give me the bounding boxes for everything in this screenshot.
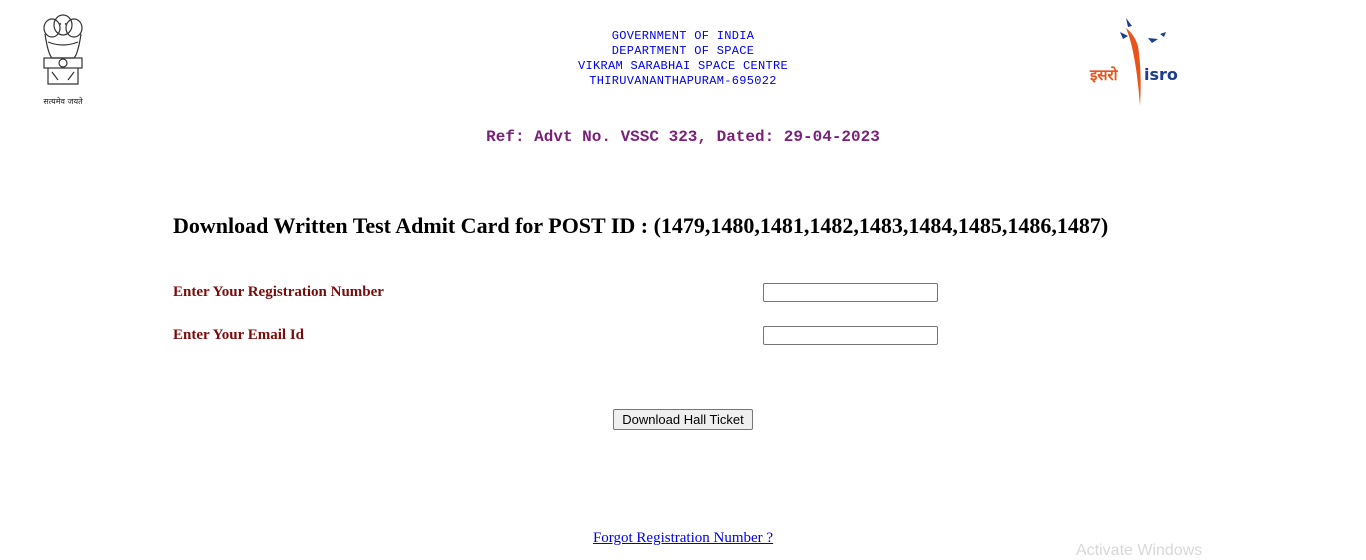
isro-rocket-icon: इसरो isro (1089, 18, 1178, 106)
email-input[interactable] (763, 326, 938, 345)
emblem-caption: सत्यमेव जयते (43, 97, 83, 106)
registration-number-input[interactable] (763, 283, 938, 302)
page-title: Download Written Test Admit Card for POS… (173, 213, 1109, 238)
download-hall-ticket-button[interactable]: Download Hall Ticket (613, 409, 753, 430)
isro-logo: इसरो isro (1086, 12, 1196, 110)
registration-number-label: Enter Your Registration Number (173, 284, 384, 300)
isro-hindi-text: इसरो (1089, 66, 1119, 84)
advertisement-reference: Ref: Advt No. VSSC 323, Dated: 29-04-202… (486, 128, 880, 146)
activate-windows-watermark: Activate Windows (1076, 542, 1203, 559)
email-label: Enter Your Email Id (173, 327, 304, 343)
forgot-registration-link[interactable]: Forgot Registration Number ? (593, 530, 773, 546)
isro-english-text: isro (1144, 65, 1178, 84)
